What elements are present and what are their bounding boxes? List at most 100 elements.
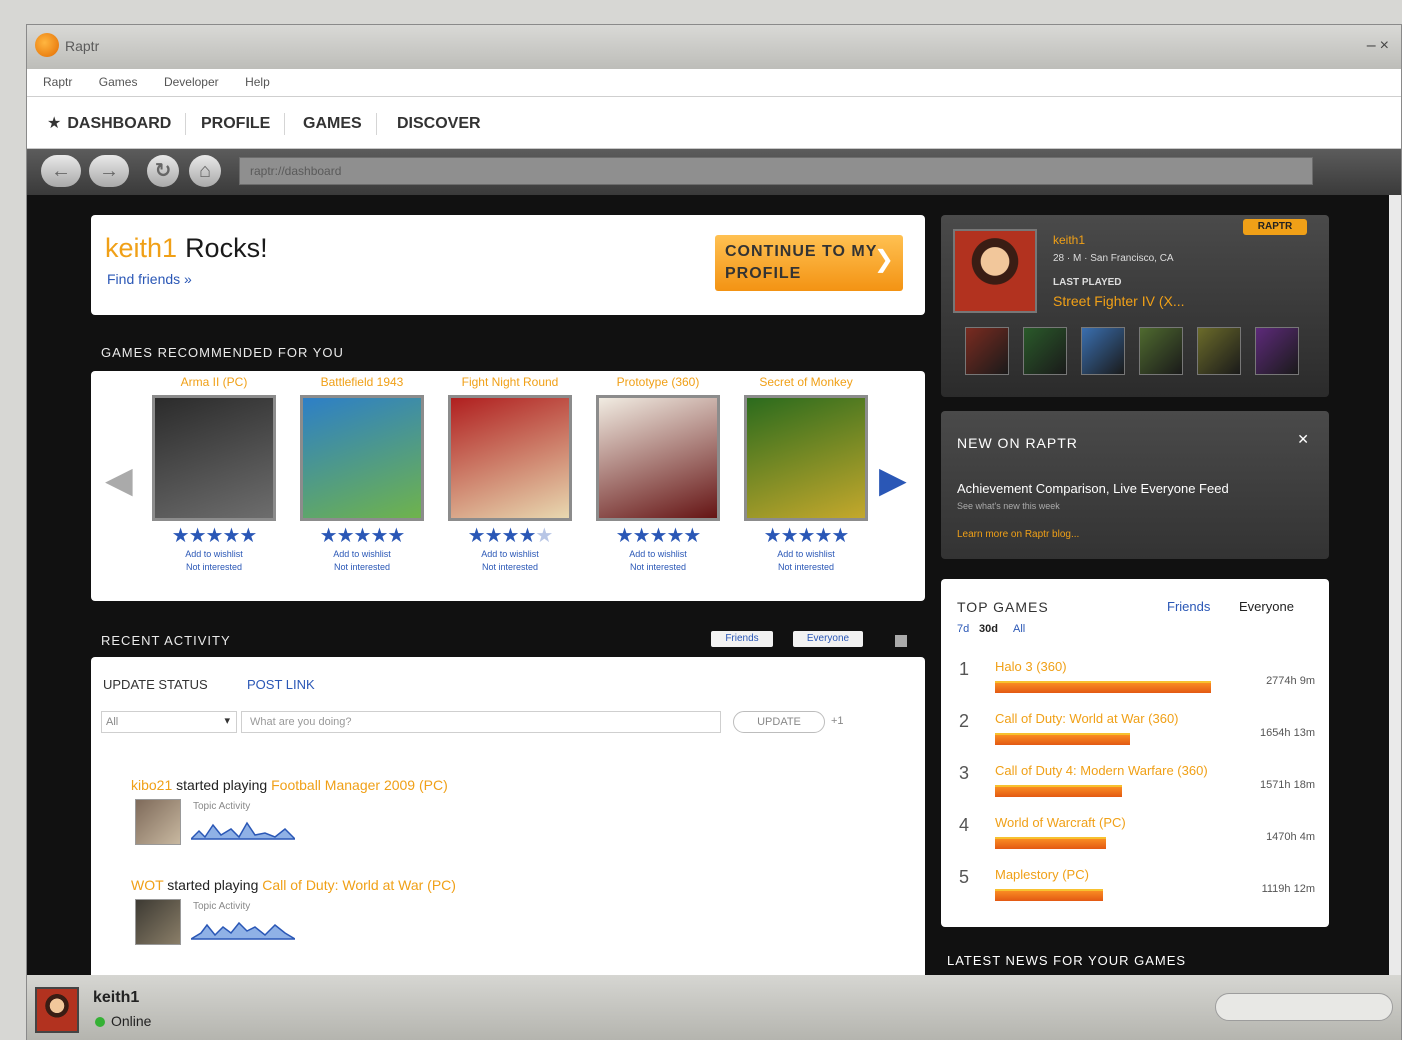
close-icon[interactable] [895,635,907,647]
recent-tab-friends[interactable]: Friends [711,631,773,647]
address-bar[interactable]: raptr://dashboard [239,157,1313,185]
not-interested-link[interactable]: Not interested [297,561,427,574]
continue-to-profile-button[interactable]: CONTINUE TO MY PROFILE ❯ [715,235,903,291]
game-cover[interactable] [300,395,424,521]
profile-name[interactable]: keith1 [1053,233,1085,247]
not-interested-link[interactable]: Not interested [445,561,575,574]
recent-game-tile[interactable] [965,327,1009,375]
recommended-game[interactable]: Secret of Monkey ★★★★★ Add to wishlist Not … [741,375,871,595]
add-to-wishlist-link[interactable]: Add to wishlist [297,548,427,561]
avatar[interactable] [135,899,181,945]
add-to-wishlist-link[interactable]: Add to wishlist [149,548,279,561]
carousel-next-icon[interactable]: ▶ [879,459,907,501]
last-played-game[interactable]: Street Fighter IV (X... [1053,293,1185,309]
game-cover[interactable] [448,395,572,521]
recent-game-tile[interactable] [1081,327,1125,375]
not-interested-link[interactable]: Not interested [593,561,723,574]
game-title[interactable]: Arma II (PC) [149,375,279,389]
post-link-tab[interactable]: POST LINK [247,677,315,692]
new-on-raptr-text[interactable]: Achievement Comparison, Live Everyone Fe… [957,481,1229,496]
menu-games[interactable]: Games [93,75,144,89]
activity-game[interactable]: Call of Duty: World at War (PC) [262,877,456,893]
app-window: Raptr –× Raptr Games Developer Help ★ DAS… [26,24,1402,1040]
add-to-wishlist-link[interactable]: Add to wishlist [445,548,575,561]
top-game-name[interactable]: World of Warcraft (PC) [995,815,1126,830]
top-game-row[interactable]: 2 Call of Duty: World at War (360) 1654h 1… [959,711,1315,755]
close-icon[interactable]: ✕ [1297,431,1309,448]
status-game-select[interactable]: All ▾ [101,711,237,733]
recent-game-tile[interactable] [1197,327,1241,375]
range-all[interactable]: All [1013,623,1025,635]
menu-help[interactable]: Help [239,75,276,89]
character-count: +1 [831,715,844,727]
back-icon[interactable]: ← [41,155,81,187]
update-status-tab[interactable]: UPDATE STATUS [103,677,208,692]
home-icon[interactable]: ⌂ [189,155,221,187]
recent-game-tile[interactable] [1255,327,1299,375]
game-title[interactable]: Battlefield 1943 [297,375,427,389]
not-interested-link[interactable]: Not interested [741,561,871,574]
find-friends-link[interactable]: Find friends » [107,271,192,287]
online-status[interactable]: Online [111,1013,151,1029]
browser-toolbar: ← → ↻ ⌂ raptr://dashboard [27,149,1401,195]
new-on-raptr-link[interactable]: Learn more on Raptr blog... [957,529,1079,540]
game-title[interactable]: Fight Night Round [445,375,575,389]
game-title[interactable]: Prototype (360) [593,375,723,389]
avatar[interactable] [953,229,1037,313]
tab-games[interactable]: GAMES [289,113,377,135]
avatar[interactable] [35,987,79,1033]
game-title[interactable]: Secret of Monkey [741,375,871,389]
tab-discover[interactable]: DISCOVER [383,113,495,135]
game-cover[interactable] [152,395,276,521]
not-interested-link[interactable]: Not interested [149,561,279,574]
forward-icon[interactable]: → [89,155,129,187]
vertical-scrollbar[interactable] [1389,195,1401,975]
raptr-logo-icon [35,33,59,57]
top-games-friends-tab[interactable]: Friends [1167,599,1210,614]
tab-profile[interactable]: PROFILE [187,113,286,135]
top-game-name[interactable]: Maplestory (PC) [995,867,1089,882]
add-to-wishlist-link[interactable]: Add to wishlist [593,548,723,561]
range-7d[interactable]: 7d [957,623,969,635]
top-game-row[interactable]: 3 Call of Duty 4: Modern Warfare (360) 157… [959,763,1315,807]
add-to-wishlist-link[interactable]: Add to wishlist [741,548,871,561]
search-input[interactable] [1215,993,1393,1021]
game-cover[interactable] [596,395,720,521]
range-30d[interactable]: 30d [979,623,998,635]
menu-developer[interactable]: Developer [158,75,225,89]
activity-game[interactable]: Football Manager 2009 (PC) [271,777,448,793]
menu-raptr[interactable]: Raptr [37,75,78,89]
top-game-name[interactable]: Call of Duty: World at War (360) [995,711,1179,726]
top-game-row[interactable]: 4 World of Warcraft (PC) 1470h 4m [959,815,1315,859]
status-input[interactable]: What are you doing? [241,711,721,733]
refresh-icon[interactable]: ↻ [147,155,179,187]
activity-user[interactable]: kibo21 [131,777,172,793]
star-icon: ★ [518,525,536,547]
top-game-name[interactable]: Call of Duty 4: Modern Warfare (360) [995,763,1208,778]
window-controls[interactable]: –× [1367,37,1393,55]
new-on-raptr-subtext: See what's new this week [957,501,1060,511]
top-games-everyone-tab[interactable]: Everyone [1239,599,1294,614]
top-game-name[interactable]: Halo 3 (360) [995,659,1067,674]
game-cover[interactable] [744,395,868,521]
activity-user[interactable]: WOT [131,877,163,893]
recent-tab-everyone[interactable]: Everyone [793,631,863,647]
recent-game-tile[interactable] [1023,327,1067,375]
carousel-prev-icon[interactable]: ◀ [105,459,133,501]
recommended-game[interactable]: Battlefield 1943 ★★★★★ Add to wishlist Not … [297,375,427,595]
recent-game-tile[interactable] [1139,327,1183,375]
recommended-game[interactable]: Arma II (PC) ★★★★★ Add to wishlist Not inte… [149,375,279,595]
status-bar: keith1 Online [27,975,1401,1040]
top-game-row[interactable]: 5 Maplestory (PC) 1119h 12m [959,867,1315,911]
top-game-rank: 4 [959,815,970,835]
top-game-row[interactable]: 1 Halo 3 (360) 2774h 9m [959,659,1315,703]
recommended-game[interactable]: Prototype (360) ★★★★★ Add to wishlist Not i… [593,375,723,595]
avatar[interactable] [135,799,181,845]
tab-dashboard[interactable]: ★ DASHBOARD [33,113,187,135]
recommended-game[interactable]: Fight Night Round ★★★★★ Add to wishlist Not… [445,375,575,595]
star-icon: ★ [780,525,799,547]
update-button[interactable]: UPDATE [733,711,825,733]
rating-stars: ★★★★★ [149,523,279,548]
star-icon: ★ [188,525,207,547]
star-icon: ★ [683,525,701,547]
